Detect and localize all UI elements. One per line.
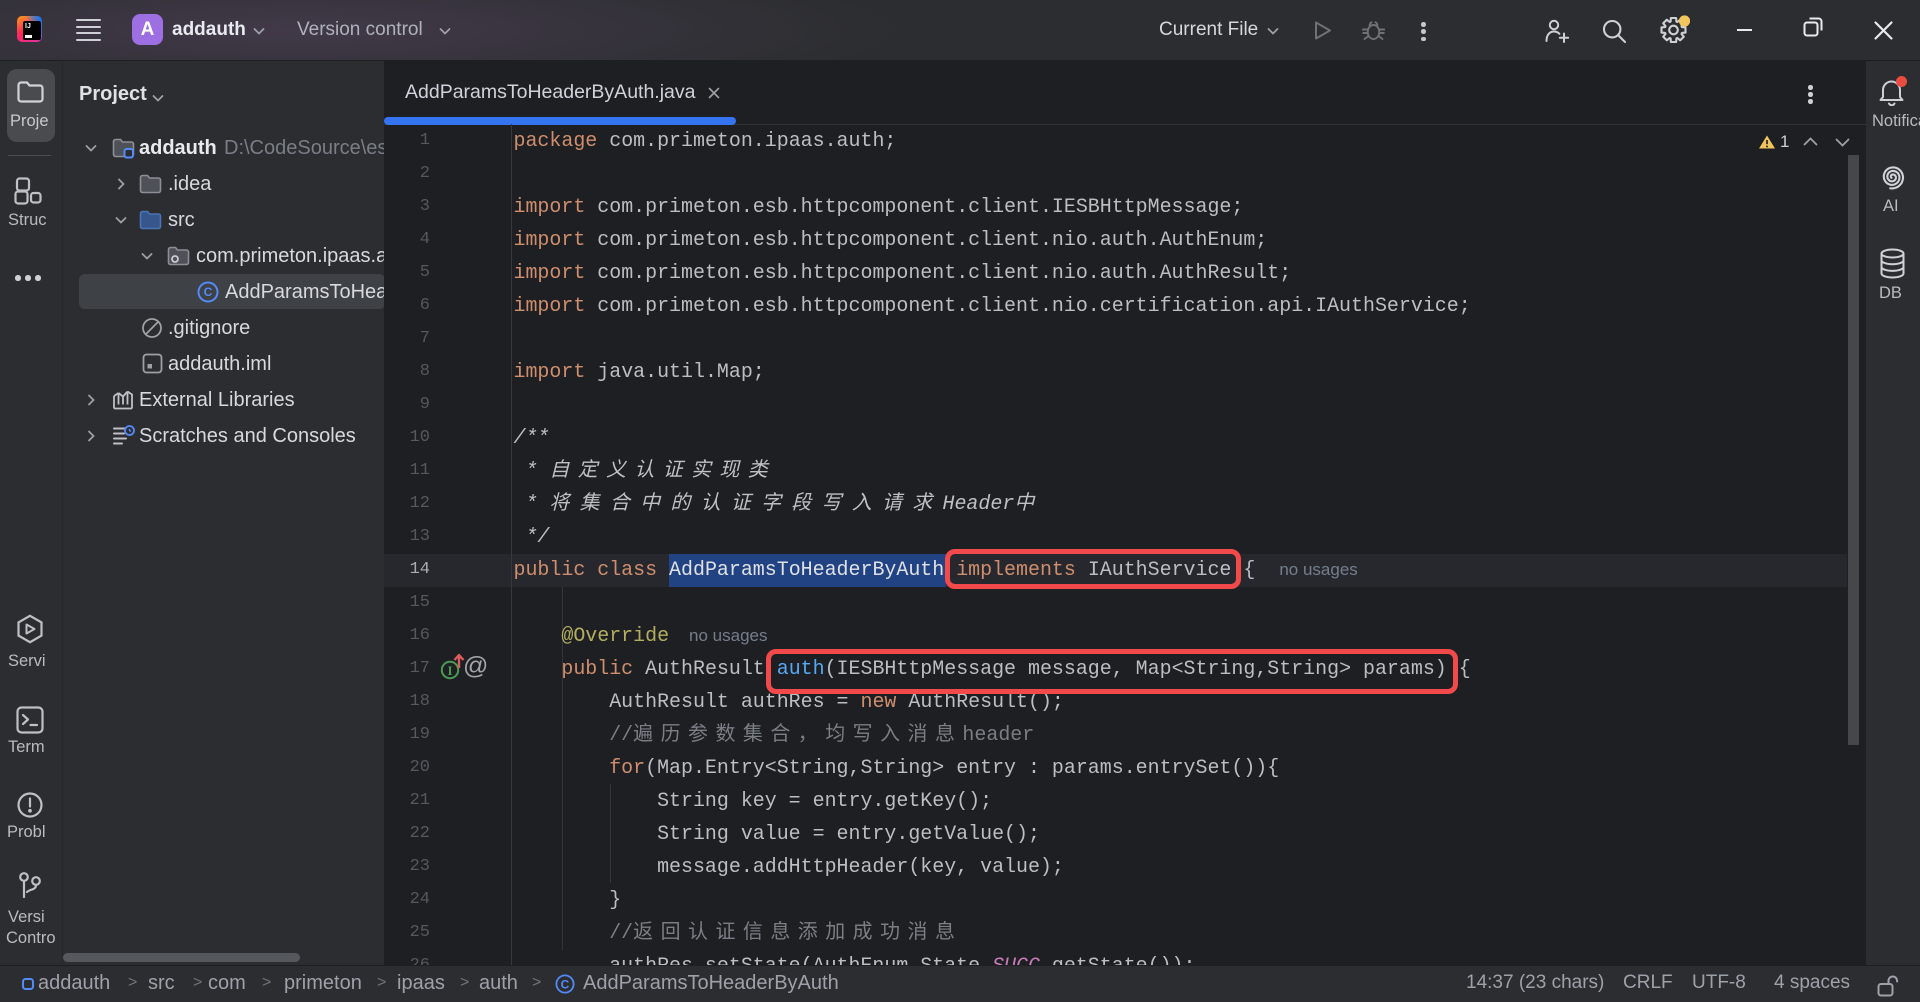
svg-text:C: C — [561, 978, 570, 992]
svg-text:C: C — [204, 285, 213, 299]
